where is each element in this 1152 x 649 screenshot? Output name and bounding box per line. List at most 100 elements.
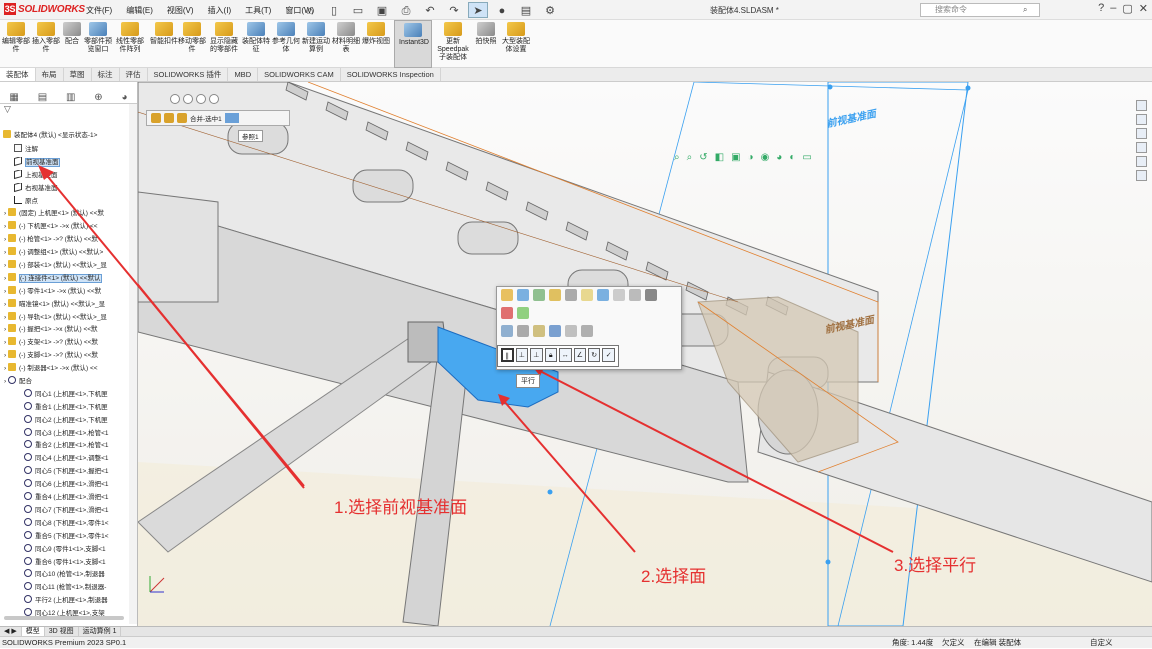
restore-icon[interactable]: ▢ xyxy=(1122,2,1132,15)
tree-item[interactable]: 重合4 (上机匣<1>,滑把<1 xyxy=(0,492,130,505)
tree-item[interactable]: › 瞄准镜<1> (默认) <<默认>_显 xyxy=(0,298,130,312)
select-icon[interactable]: ➤ xyxy=(468,2,488,18)
search-commands-input[interactable]: 搜索命令 ⌕ xyxy=(920,3,1040,17)
tree-item[interactable]: 同心8 (下机匣<1>,零件1< xyxy=(0,517,130,531)
close-icon[interactable]: ✕ xyxy=(1139,2,1148,15)
plane-icon[interactable] xyxy=(549,325,561,337)
tab-3d-views[interactable]: 3D 视图 xyxy=(45,627,79,636)
status-units[interactable]: 自定义 xyxy=(1090,637,1113,649)
component-preview-button[interactable]: 零部件预览窗口 xyxy=(84,22,112,54)
view-palette-icon[interactable] xyxy=(1136,142,1147,153)
options-icon[interactable]: ⚙ xyxy=(540,2,560,18)
large-assembly-button[interactable]: 大型装配体设置 xyxy=(502,22,530,54)
previous-view-icon[interactable]: ↺ xyxy=(699,152,707,163)
tab-sketch[interactable]: 草图 xyxy=(64,68,92,81)
tree-item[interactable]: › (-) 调整组<1> (默认) <<默认> xyxy=(0,247,130,260)
component-icon[interactable] xyxy=(151,113,161,123)
home-icon[interactable]: ⌂ xyxy=(300,2,320,18)
bom-button[interactable]: 材料明细表 xyxy=(332,22,360,54)
smart-dim-icon[interactable] xyxy=(629,289,641,301)
move-component-button[interactable]: 移动零部件 xyxy=(178,22,206,54)
tree-item[interactable]: 同心1 (上机匣<1>,下机匣 xyxy=(0,388,130,402)
tree-item[interactable]: 平行2 (上机匣<1>,制退器 xyxy=(0,595,130,608)
view-icon[interactable] xyxy=(581,325,593,337)
tree-item[interactable]: › (-) 零件1<1> ->x (默认) <<默 xyxy=(0,285,130,299)
mini-tool-1-icon[interactable] xyxy=(170,94,180,104)
tree-horizontal-scrollbar[interactable] xyxy=(4,616,124,620)
viewport-restore-icon[interactable]: ▢ xyxy=(1107,82,1116,83)
view-settings-icon[interactable]: ▭ xyxy=(802,152,811,163)
tree-item[interactable]: › 配合 xyxy=(0,376,130,389)
tab-assembly[interactable]: 装配体 xyxy=(0,68,36,81)
tree-item[interactable]: › (-) 下机匣<1> ->x (默认) << xyxy=(0,221,130,234)
apply-scene-icon[interactable]: ◐ xyxy=(789,152,795,163)
linear-pattern-button[interactable]: 线性零部件阵列 xyxy=(116,22,144,54)
tree-item[interactable]: 同心9 (零件1<1>,支脚<1 xyxy=(0,543,130,557)
tree-item[interactable]: › (-) 支脚<1> ->? (默认) <<默 xyxy=(0,350,130,363)
zoom-to-selection-icon[interactable] xyxy=(501,325,513,337)
smart-fasteners-button[interactable]: 智能扣件 xyxy=(150,22,178,46)
feature-tree-tab-icon[interactable]: ▦ xyxy=(9,92,18,103)
viewport-close-icon[interactable]: ✕ xyxy=(1136,82,1144,83)
display-style-icon[interactable]: ◑ xyxy=(748,152,754,163)
isolate-icon[interactable] xyxy=(565,289,577,301)
dimxpert-tab-icon[interactable]: ⊕ xyxy=(94,92,102,103)
perpendicular-mate-icon[interactable]: ⊥ xyxy=(515,348,529,362)
open-document-icon[interactable]: ▭ xyxy=(348,2,368,18)
speedpak-button[interactable]: 更新Speedpak子装配体 xyxy=(436,22,470,62)
tree-item[interactable]: › (-) 连接件<1> (默认) <<默认 xyxy=(0,272,130,286)
tab-motion-study[interactable]: 运动算例 1 xyxy=(79,627,122,636)
tab-addins[interactable]: SOLIDWORKS 插件 xyxy=(148,68,229,81)
insert-component-button[interactable]: 插入零部件 xyxy=(32,22,60,54)
menu-file[interactable]: 文件(F) xyxy=(86,5,112,16)
suppress-icon[interactable] xyxy=(613,289,625,301)
distance-mate-icon[interactable]: ↔ xyxy=(559,348,572,362)
component-icon-3[interactable] xyxy=(177,113,187,123)
tree-item[interactable]: 重合1 (上机匣<1>,下机匣 xyxy=(0,401,130,415)
menu-insert[interactable]: 插入(I) xyxy=(208,5,232,16)
properties-icon[interactable] xyxy=(645,289,657,301)
tree-item[interactable]: › (-) 导轨<1> (默认) <<默认>_显 xyxy=(0,311,130,325)
appearance-icon[interactable] xyxy=(501,307,513,319)
rebuild-icon[interactable]: ● xyxy=(492,2,512,18)
configuration-tab-icon[interactable]: ▥ xyxy=(66,92,75,103)
menu-edit[interactable]: 编辑(E) xyxy=(126,5,153,16)
flip-alignment-icon[interactable]: ↻ xyxy=(588,348,601,362)
edit-sketch-icon[interactable] xyxy=(533,289,545,301)
tree-item[interactable]: 同心7 (下机匣<1>,滑把<1 xyxy=(0,504,130,518)
tab-inspection[interactable]: SOLIDWORKS Inspection xyxy=(341,68,441,81)
tree-item[interactable]: › (-) 握把<1> ->x (默认) <<默 xyxy=(0,324,130,337)
help-icon[interactable]: ? xyxy=(1098,2,1104,15)
snapshot-button[interactable]: 拍快照 xyxy=(472,22,500,46)
section-view-icon[interactable]: ◧ xyxy=(715,152,724,163)
tree-item[interactable]: 同心4 (上机匣<1>,调整<1 xyxy=(0,453,130,466)
view-orientation-icon[interactable]: ▣ xyxy=(731,152,740,163)
tree-item[interactable]: 前视基准面 xyxy=(0,156,130,170)
tree-root[interactable]: 装配体4 (默认) <显示状态-1> xyxy=(3,130,133,143)
menu-tools[interactable]: 工具(T) xyxy=(245,5,271,16)
mini-tool-3-icon[interactable] xyxy=(196,94,206,104)
mate-ok-icon[interactable]: ✓ xyxy=(602,348,615,362)
zoom-area-icon[interactable]: ⌕ xyxy=(687,152,693,163)
tree-item[interactable]: › (-) 部装<1> (默认) <<默认>_显 xyxy=(0,260,130,273)
tangent-mate-icon[interactable]: ⊥ xyxy=(530,348,543,362)
tree-item[interactable]: 上视基准面 xyxy=(0,169,130,183)
parallel-mate-icon[interactable]: ∥ xyxy=(501,348,514,362)
mini-tool-4-icon[interactable] xyxy=(209,94,219,104)
tree-item[interactable]: 右视基准面 xyxy=(0,182,130,196)
tree-item[interactable]: › (-) 支架<1> ->? (默认) <<默 xyxy=(0,337,130,350)
tree-item[interactable]: › (-) 枪管<1> ->? (默认) <<默 xyxy=(0,234,130,247)
tree-vertical-scrollbar[interactable] xyxy=(129,104,137,624)
instant3d-button[interactable]: Instant3D xyxy=(394,20,432,68)
mate-button[interactable]: 配合 xyxy=(58,22,86,46)
tab-cam[interactable]: SOLIDWORKS CAM xyxy=(258,68,341,81)
transparency-icon[interactable] xyxy=(581,289,593,301)
edit-component-button[interactable]: 编辑零部件 xyxy=(2,22,30,54)
change-color-icon[interactable] xyxy=(517,307,529,319)
tree-item[interactable]: 同心6 (上机匣<1>,滑把<1 xyxy=(0,479,130,492)
tree-item[interactable]: › (固定) 上机匣<1> (默认) <<默 xyxy=(0,208,130,221)
show-hidden-button[interactable]: 显示隐藏的零部件 xyxy=(210,22,238,54)
solidworks-logo[interactable]: 3S SOLIDWORKS xyxy=(4,3,85,15)
zoom-icon[interactable] xyxy=(517,325,529,337)
tree-item[interactable]: 同心10 (枪管<1>,制退器 xyxy=(0,569,130,582)
